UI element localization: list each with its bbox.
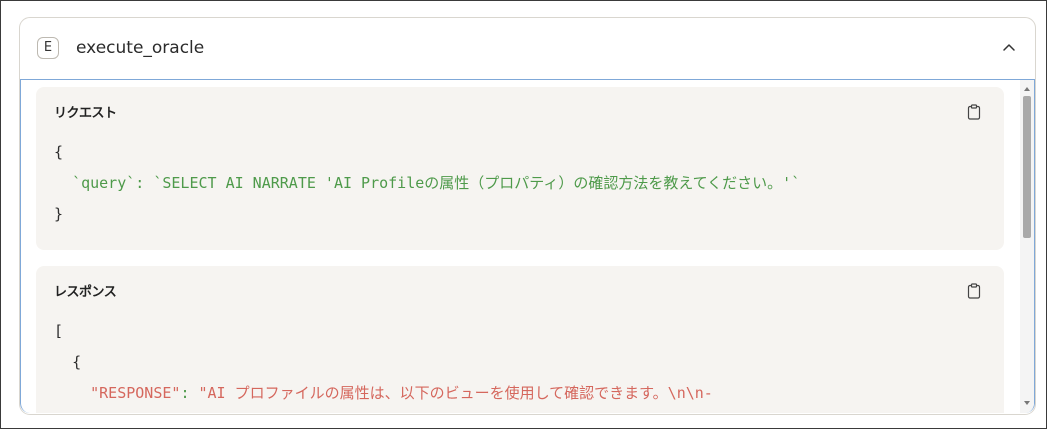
code-open-brace: { <box>72 353 82 371</box>
code-open-brace: { <box>54 143 64 161</box>
response-panel: レスポンス [ { "RESPONSE": "AI プロファイルの属性は、以下の… <box>36 266 1004 413</box>
vertical-scrollbar[interactable] <box>1020 80 1034 413</box>
request-colon: : <box>135 174 154 192</box>
tool-name: execute_oracle <box>76 38 205 58</box>
clipboard-icon[interactable] <box>967 283 981 299</box>
chevron-up-icon[interactable] <box>1000 39 1018 57</box>
code-close-brace: } <box>54 205 64 223</box>
response-key: "RESPONSE" <box>90 384 181 402</box>
request-value: `SELECT AI NARRATE 'AI Profileの属性（プロパティ）… <box>153 174 801 192</box>
response-colon: : <box>180 384 199 402</box>
clipboard-icon[interactable] <box>967 104 981 120</box>
tool-call-card: E execute_oracle リクエスト { `query`: `SELEC… <box>19 17 1036 415</box>
tool-badge: E <box>37 37 59 59</box>
request-code: { `query`: `SELECT AI NARRATE 'AI Profil… <box>54 137 800 230</box>
tool-call-header[interactable]: E execute_oracle <box>20 18 1035 79</box>
scrollbar-thumb[interactable] <box>1023 96 1031 238</box>
scroll-up-arrow-icon[interactable] <box>1023 86 1031 92</box>
window-frame: E execute_oracle リクエスト { `query`: `SELEC… <box>0 0 1047 429</box>
response-title: レスポンス <box>54 285 117 300</box>
response-value: "AI プロファイルの属性は、以下のビューを使用して確認できます。\n\n- <box>198 384 713 402</box>
request-key: `query` <box>72 174 136 192</box>
request-title: リクエスト <box>54 106 117 121</box>
request-panel: リクエスト { `query`: `SELECT AI NARRATE 'AI … <box>36 87 1004 250</box>
response-code: [ { "RESPONSE": "AI プロファイルの属性は、以下のビューを使用… <box>54 316 713 409</box>
tool-call-body: リクエスト { `query`: `SELECT AI NARRATE 'AI … <box>20 79 1035 413</box>
scroll-down-arrow-icon[interactable] <box>1023 400 1031 406</box>
code-open-bracket: [ <box>54 322 64 340</box>
